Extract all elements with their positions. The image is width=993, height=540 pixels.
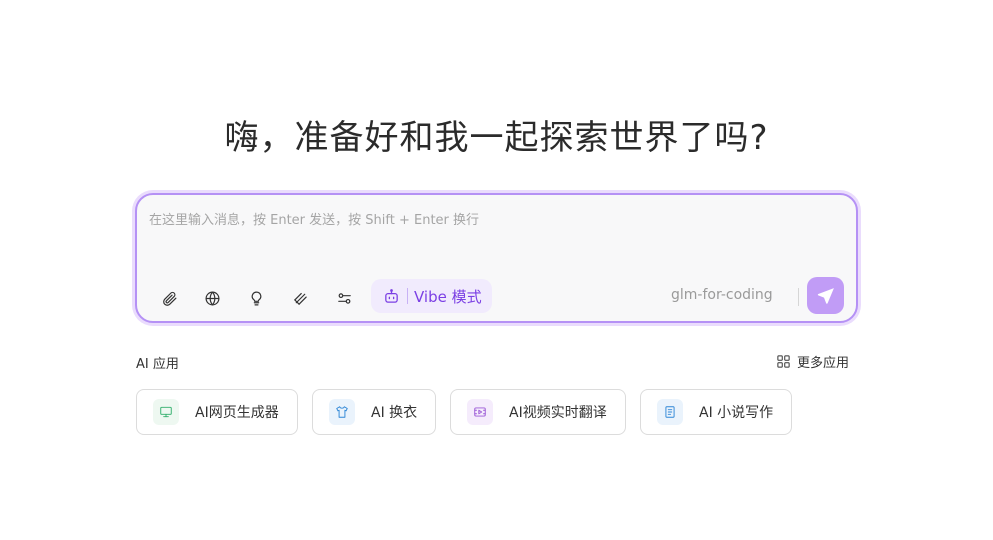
globe-icon: [205, 291, 219, 305]
message-input[interactable]: [149, 209, 839, 259]
app-card-web-generator[interactable]: AI网页生成器: [136, 389, 298, 435]
settings-sliders-icon: [337, 292, 351, 304]
vibe-divider: [407, 288, 408, 304]
paperclip-icon: [162, 291, 176, 306]
app-card-video-translate[interactable]: AI视频实时翻译: [450, 389, 626, 435]
ai-apps-title: AI 应用: [136, 357, 179, 372]
app-card-label: AI 小说写作: [699, 405, 774, 421]
attach-button[interactable]: [154, 283, 184, 313]
video-icon: [467, 399, 493, 425]
app-card-label: AI视频实时翻译: [509, 405, 607, 421]
settings-button[interactable]: [329, 283, 359, 313]
more-apps-label: 更多应用: [797, 356, 850, 371]
ideas-button[interactable]: [241, 283, 271, 313]
shirt-icon: [329, 399, 355, 425]
model-divider: [798, 288, 799, 306]
send-button[interactable]: [807, 277, 844, 314]
grid-icon: [777, 355, 790, 368]
app-card-novel-writing[interactable]: AI 小说写作: [640, 389, 792, 435]
vibe-mode-button[interactable]: Vibe 模式: [371, 279, 492, 313]
page-title: 嗨，准备好和我一起探索世界了吗?: [224, 118, 769, 158]
deep-think-button[interactable]: [285, 283, 315, 313]
model-selector[interactable]: glm-for-coding: [671, 287, 773, 303]
web-search-button[interactable]: [197, 283, 227, 313]
chat-composer: Vibe 模式 glm-for-coding: [135, 193, 858, 323]
app-card-label: AI 换衣: [371, 405, 418, 421]
book-icon: [657, 399, 683, 425]
robot-icon: [385, 288, 398, 303]
send-icon: [817, 287, 834, 304]
vibe-mode-label: Vibe 模式: [414, 287, 482, 306]
monitor-icon: [153, 399, 179, 425]
app-card-label: AI网页生成器: [195, 405, 279, 421]
more-apps-button[interactable]: 更多应用: [776, 352, 849, 371]
app-card-outfit-swap[interactable]: AI 换衣: [312, 389, 436, 435]
deep-think-icon: [293, 292, 307, 305]
lightbulb-icon: [251, 291, 261, 305]
